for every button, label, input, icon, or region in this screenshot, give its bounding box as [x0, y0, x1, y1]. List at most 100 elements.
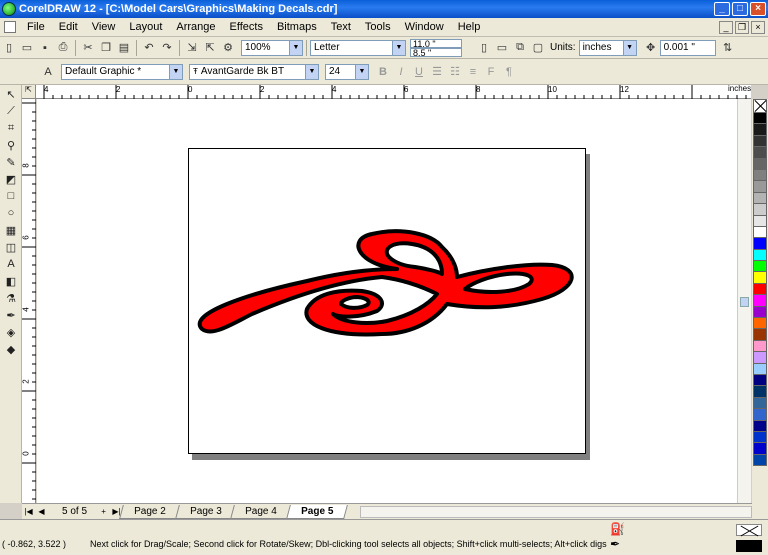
menu-tools[interactable]: Tools: [358, 21, 398, 33]
color-swatch[interactable]: [753, 374, 767, 387]
color-swatch[interactable]: [753, 238, 767, 250]
fill-color-indicator[interactable]: [736, 524, 762, 536]
ellipse-tool-icon[interactable]: ○: [2, 205, 20, 221]
interactive-blend-tool-icon[interactable]: ◧: [2, 273, 20, 289]
color-swatch[interactable]: [753, 249, 767, 262]
menu-bitmaps[interactable]: Bitmaps: [270, 21, 324, 33]
save-icon[interactable]: ▪: [37, 40, 53, 56]
print-icon[interactable]: ⎙: [55, 40, 71, 56]
color-swatch[interactable]: [753, 261, 767, 273]
color-swatch[interactable]: [753, 352, 767, 364]
menu-layout[interactable]: Layout: [122, 21, 169, 33]
doc-minimize-button[interactable]: _: [719, 20, 733, 34]
doc-close-button[interactable]: ×: [751, 20, 765, 34]
fill-tool-icon[interactable]: ◈: [2, 324, 20, 340]
color-swatch[interactable]: [753, 192, 767, 205]
paper-type-combo[interactable]: Letter ▼: [310, 39, 406, 56]
polygon-tool-icon[interactable]: ▦: [2, 222, 20, 238]
shape-tool-icon[interactable]: ⟋: [2, 103, 20, 119]
color-swatch[interactable]: [753, 204, 767, 216]
menu-effects[interactable]: Effects: [223, 21, 270, 33]
underline-icon[interactable]: U: [411, 64, 427, 80]
drawing-canvas[interactable]: [37, 99, 737, 503]
export-icon[interactable]: ⇱: [202, 40, 218, 56]
nudge-field[interactable]: 0.001 ": [659, 39, 716, 56]
color-swatch[interactable]: [753, 158, 767, 170]
chevron-down-icon[interactable]: ▼: [305, 64, 318, 79]
chevron-down-icon[interactable]: ▼: [355, 64, 368, 79]
format-text-icon[interactable]: F: [483, 64, 499, 80]
vertical-scrollbar[interactable]: [737, 99, 751, 503]
chevron-down-icon[interactable]: ▼: [392, 40, 405, 55]
color-swatch[interactable]: [753, 329, 767, 341]
drop-cap-icon[interactable]: ≡: [465, 64, 481, 80]
decal-artwork[interactable]: [37, 99, 737, 503]
page-width-field[interactable]: 11.0 ": [410, 38, 462, 48]
color-swatch[interactable]: [753, 215, 767, 227]
color-swatch[interactable]: [753, 443, 767, 455]
coreldraw-app-icon[interactable]: [2, 2, 16, 16]
horizontal-scrollbar[interactable]: [360, 505, 752, 518]
interactive-fill-tool-icon[interactable]: ◆: [2, 341, 20, 357]
bold-icon[interactable]: B: [375, 64, 391, 80]
menu-edit[interactable]: Edit: [52, 21, 85, 33]
no-fill-swatch[interactable]: [753, 99, 767, 113]
portrait-icon[interactable]: ▯: [476, 40, 492, 56]
freehand-tool-icon[interactable]: ✎: [2, 154, 20, 170]
align-icon[interactable]: ☰: [429, 64, 445, 80]
menu-window[interactable]: Window: [398, 21, 451, 33]
duplicate-distance-icon[interactable]: ⇅: [720, 40, 736, 56]
close-button[interactable]: ×: [750, 2, 766, 16]
color-swatch[interactable]: [753, 295, 767, 307]
smart-fill-tool-icon[interactable]: ◩: [2, 171, 20, 187]
open-icon[interactable]: ▭: [19, 40, 35, 56]
tab-page-3[interactable]: Page 3: [174, 504, 237, 519]
bullets-icon[interactable]: ☷: [447, 64, 463, 80]
color-swatch[interactable]: [753, 283, 767, 296]
import-icon[interactable]: ⇲: [184, 40, 200, 56]
menu-arrange[interactable]: Arrange: [169, 21, 222, 33]
font-combo[interactable]: Ŧ AvantGarde Bk BT ▼: [189, 63, 319, 80]
copy-icon[interactable]: ❐: [98, 40, 114, 56]
color-swatch[interactable]: [753, 454, 767, 467]
color-swatch[interactable]: [753, 420, 767, 432]
outline-tool-icon[interactable]: ✒: [2, 307, 20, 323]
tab-page-2[interactable]: Page 2: [119, 504, 181, 519]
tab-page-5[interactable]: Page 5: [286, 504, 349, 519]
menu-file[interactable]: File: [20, 21, 52, 33]
edit-text-icon[interactable]: ¶: [501, 64, 517, 80]
color-swatch[interactable]: [753, 181, 767, 193]
chevron-down-icon[interactable]: ▼: [622, 40, 636, 55]
italic-icon[interactable]: I: [393, 64, 409, 80]
cut-icon[interactable]: ✂: [80, 40, 96, 56]
color-swatch[interactable]: [753, 306, 767, 319]
ruler-corner[interactable]: ⇱: [22, 85, 36, 99]
page-height-field[interactable]: 8.5 ": [410, 47, 462, 57]
units-combo[interactable]: inches ▼: [578, 39, 637, 56]
vertical-ruler[interactable]: 8 6 4 2 0: [22, 99, 36, 503]
color-swatch[interactable]: [753, 226, 767, 239]
chevron-down-icon[interactable]: ▼: [289, 40, 302, 55]
outline-color-indicator[interactable]: [736, 540, 762, 552]
eyedropper-tool-icon[interactable]: ⚗: [2, 290, 20, 306]
zoom-tool-icon[interactable]: ⚲: [2, 137, 20, 153]
pick-tool-icon[interactable]: ↖: [2, 86, 20, 102]
document-icon[interactable]: [4, 21, 16, 33]
app-launcher-icon[interactable]: ⚙: [220, 40, 236, 56]
prev-page-icon[interactable]: ◀: [36, 506, 47, 518]
fill-bucket-icon[interactable]: ⛽: [610, 522, 625, 537]
tab-page-4[interactable]: Page 4: [230, 504, 293, 519]
color-swatch[interactable]: [753, 135, 767, 148]
new-icon[interactable]: ▯: [1, 40, 17, 56]
minimize-button[interactable]: _: [714, 2, 730, 16]
zoom-level-combo[interactable]: 100% ▼: [241, 39, 303, 56]
red-swoosh-shape[interactable]: [197, 229, 574, 337]
color-swatch[interactable]: [753, 318, 767, 330]
style-combo[interactable]: Default Graphic * ▼: [61, 63, 183, 80]
color-swatch[interactable]: [753, 147, 767, 159]
redo-icon[interactable]: ↷: [159, 40, 175, 56]
add-page-icon[interactable]: +: [98, 506, 109, 518]
rectangle-tool-icon[interactable]: □: [2, 188, 20, 204]
menu-text[interactable]: Text: [324, 21, 358, 33]
color-swatch[interactable]: [753, 124, 767, 136]
